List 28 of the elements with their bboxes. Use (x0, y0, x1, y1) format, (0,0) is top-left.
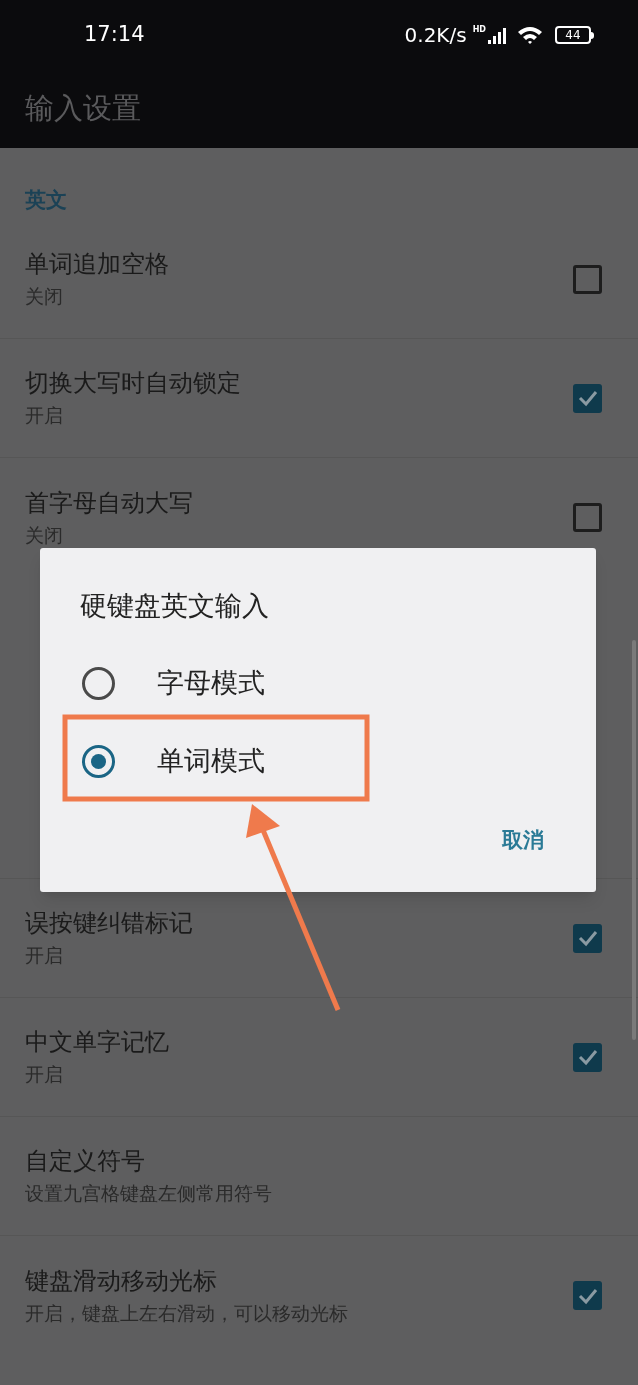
radio-option[interactable]: 单词模式 (40, 722, 596, 801)
setting-title: 切换大写时自动锁定 (25, 368, 241, 399)
screen-title: 输入设置 (25, 90, 141, 128)
hd-label: HD (472, 26, 486, 34)
checkbox[interactable] (573, 1281, 602, 1310)
cancel-button[interactable]: 取消 (496, 820, 550, 860)
status-time: 17:14 (84, 21, 145, 49)
radio-option[interactable]: 字母模式 (40, 644, 596, 723)
checkbox[interactable] (573, 1042, 602, 1072)
checkbox[interactable] (573, 264, 602, 294)
setting-title: 自定义符号 (25, 1146, 146, 1177)
setting-title: 首字母自动大写 (25, 487, 193, 518)
wifi-icon (517, 25, 543, 45)
checkbox[interactable] (573, 383, 602, 413)
checkbox[interactable] (573, 503, 602, 532)
radio-button[interactable] (82, 667, 115, 700)
option-label: 字母模式 (157, 666, 265, 701)
setting-title: 误按键纠错标记 (25, 908, 193, 939)
section-header: 英文 (25, 186, 67, 214)
setting-title: 键盘滑动移动光标 (25, 1265, 218, 1296)
setting-title: 中文单字记忆 (25, 1027, 169, 1058)
battery-level: 44 (565, 29, 581, 41)
checkbox[interactable] (573, 923, 602, 953)
dialog-title: 硬键盘英文输入 (79, 589, 270, 623)
radio-button[interactable] (82, 745, 115, 778)
network-speed: 0.2K/s (404, 22, 467, 49)
option-label: 单词模式 (157, 744, 265, 779)
setting-title: 单词追加空格 (25, 249, 169, 280)
